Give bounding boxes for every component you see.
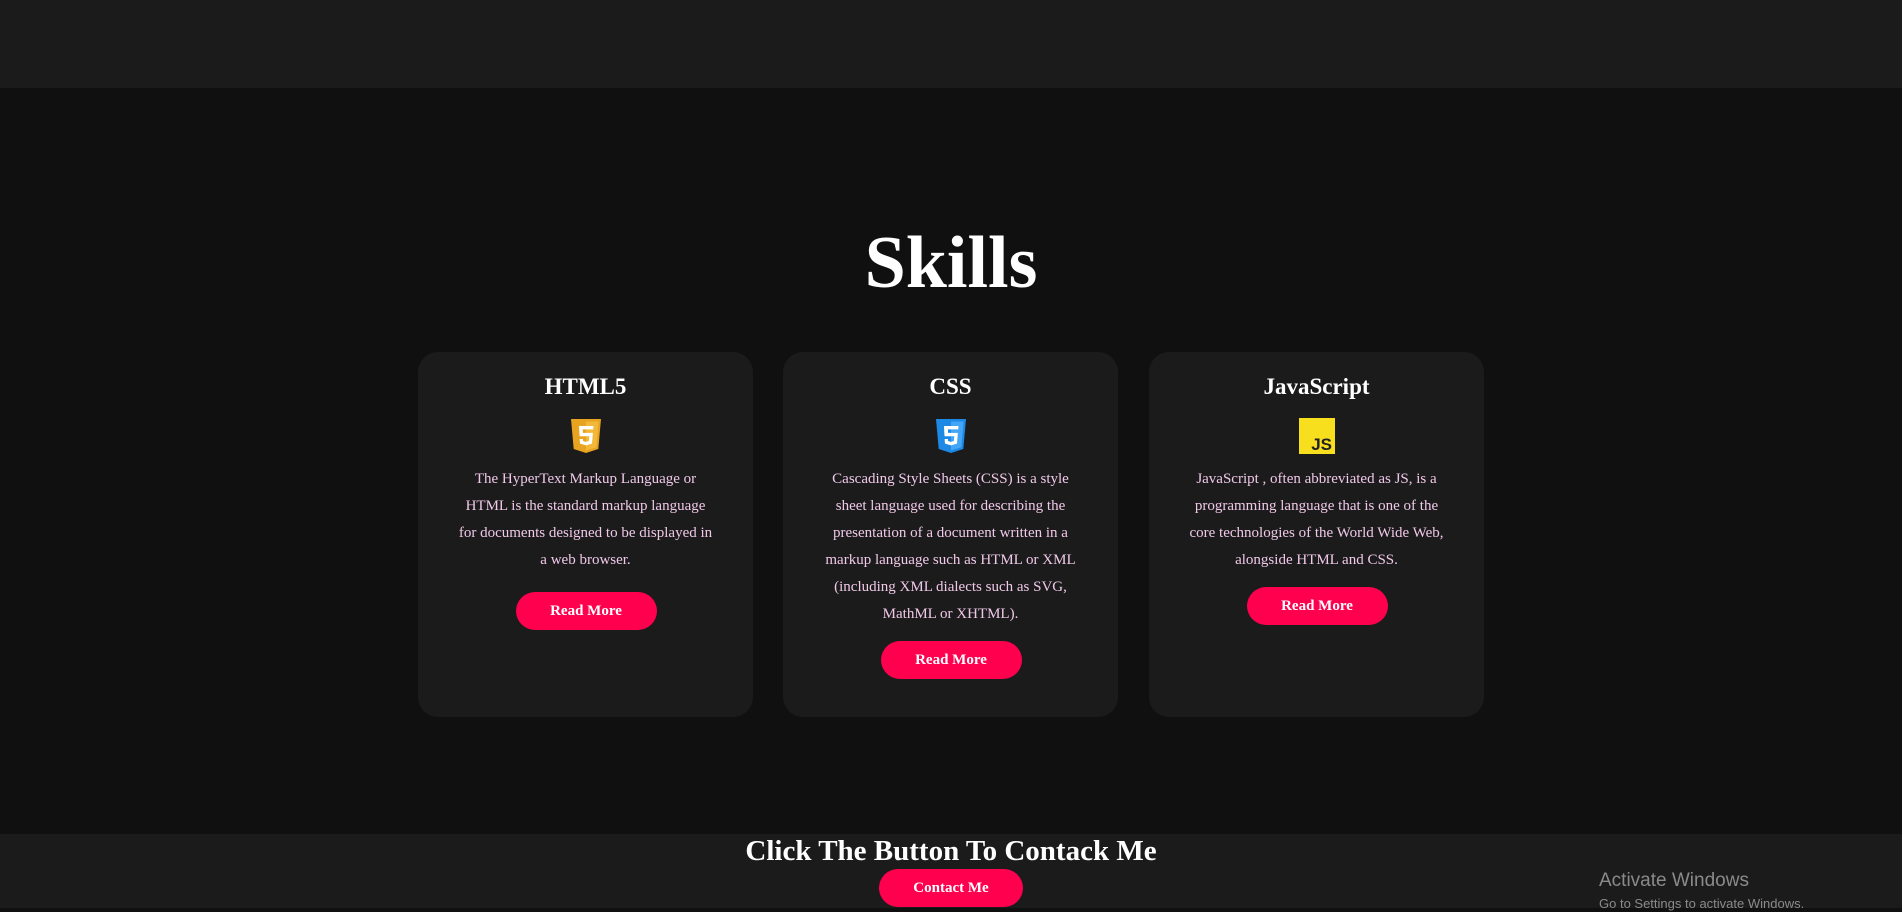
card-title: JavaScript [1263, 374, 1370, 399]
read-more-button[interactable]: Read More [880, 641, 1022, 679]
card-description: The HyperText Markup Language or HTML is… [458, 471, 713, 568]
contact-me-button[interactable]: Contact Me [879, 869, 1023, 907]
top-navbar [0, 0, 1902, 88]
card-title: CSS [929, 374, 972, 399]
skill-card-css: CSS Cascading Style Sheets (CSS) is a st… [783, 352, 1118, 717]
read-more-button[interactable]: Read More [1246, 587, 1388, 625]
card-description: JavaScript , often abbreviated as JS, is… [1189, 471, 1444, 568]
javascript-icon: JS [1298, 418, 1335, 454]
skill-card-javascript: JavaScript JS JavaScript , often abbrevi… [1149, 352, 1484, 717]
html5-icon [570, 419, 601, 453]
activate-windows-title: Activate Windows [1599, 870, 1749, 891]
section-title: Skills [864, 222, 1038, 304]
css3-icon [935, 419, 966, 453]
read-more-button[interactable]: Read More [515, 592, 657, 630]
activate-windows-subtitle: Go to Settings to activate Windows. [1599, 896, 1805, 911]
javascript-icon-text: JS [1311, 435, 1332, 454]
card-description: Cascading Style Sheets (CSS) is a style … [825, 471, 1076, 622]
skills-cards: HTML5 The HyperText Markup Language or H… [418, 352, 1484, 717]
contact-heading: Click The Button To Contack Me [745, 835, 1157, 867]
card-title: HTML5 [544, 374, 627, 399]
skill-card-html5: HTML5 The HyperText Markup Language or H… [418, 352, 753, 717]
